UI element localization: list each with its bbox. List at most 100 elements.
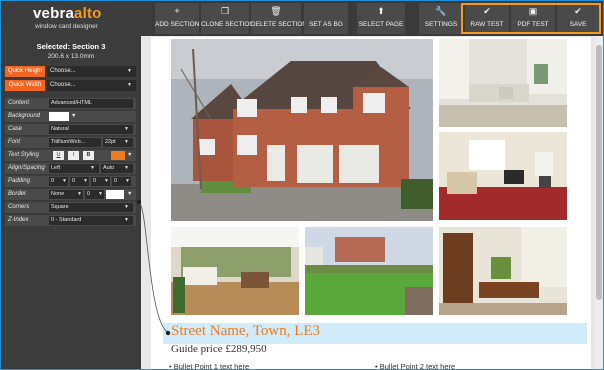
padding-bottom-select[interactable]: 0 ▼ [91, 177, 110, 186]
case-value: Natural [51, 126, 69, 132]
font-family-value: TitilliumWeb... [51, 139, 86, 145]
bullet-point-2[interactable]: • Bullet Point 2 text here [375, 362, 456, 370]
align-value: Left [51, 165, 61, 171]
app-window: vebraalto window card designer + ADD SEC… [0, 0, 604, 370]
font-family-select[interactable]: TitilliumWeb... [49, 138, 101, 147]
chevron-down-icon: ▼ [83, 178, 88, 184]
align-spacing-label: Align/Spacing [8, 165, 45, 171]
toolbar: vebraalto window card designer + ADD SEC… [1, 1, 603, 36]
chevron-down-icon: ▼ [127, 68, 132, 74]
text-color-swatch[interactable] [111, 151, 125, 160]
select-page-label: SELECT PAGE [358, 21, 404, 28]
add-section-button[interactable]: + ADD SECTION [155, 3, 199, 34]
case-label: Case [8, 126, 23, 132]
chevron-down-icon: ▼ [90, 165, 95, 171]
logo: vebraalto window card designer [1, 1, 151, 36]
guide-price[interactable]: Guide price £289,950 [171, 343, 267, 355]
underline-button[interactable]: U [53, 151, 64, 160]
padding-right-select[interactable]: 0 ▼ [70, 177, 89, 186]
font-size-value: 22pt [105, 139, 116, 145]
chevron-down-icon: ▼ [127, 82, 132, 88]
padding-left-value: 0 [114, 178, 118, 184]
settings-button[interactable]: 🔧 SETTINGS [419, 3, 463, 34]
clone-section-button[interactable]: ❐ CLONE SECTION [201, 3, 255, 34]
quick-width-button[interactable]: Quick Width [5, 80, 45, 91]
bullet-point-1-text: Bullet Point 1 text here [173, 362, 250, 370]
chevron-down-icon: ▼ [124, 165, 129, 171]
corners-value: Square [51, 204, 69, 210]
delete-section-label: DELETE SECTION [251, 21, 307, 28]
bold-button[interactable]: B [83, 151, 94, 160]
chevron-down-icon[interactable]: ▼ [125, 151, 133, 160]
border-width-select[interactable]: 0 ▼ [85, 190, 104, 199]
logo-main: vebra [33, 5, 75, 22]
clone-section-label: CLONE SECTION [201, 21, 255, 28]
case-row: Case Natural ▼ [5, 124, 136, 136]
chevron-down-icon: ▼ [125, 178, 130, 184]
border-label: Border [8, 191, 27, 197]
properties-panel: Selected: Section 3 200.6 x 13.0mm Quick… [1, 36, 141, 369]
z-index-row: Z-Index 0 - Standard ▼ [5, 215, 136, 227]
padding-row: Padding 0 ▼ 0 ▼ 0 ▼ 0 ▼ [5, 176, 136, 188]
border-style-select[interactable]: None ▼ [49, 190, 83, 199]
selection-title: Selected: Section 3 [36, 42, 106, 51]
quick-height-select[interactable]: Choose... ▼ [47, 66, 136, 77]
background-color-swatch[interactable] [49, 112, 69, 121]
spacing-select[interactable]: Auto ▼ [101, 164, 133, 173]
quick-height-value: Choose... [50, 68, 76, 74]
content-select[interactable]: Advanced/HTML [49, 99, 133, 108]
border-color-swatch[interactable] [106, 190, 124, 199]
property-lounge-photo[interactable] [439, 132, 567, 220]
z-index-select[interactable]: 0 - Standard ▼ [49, 216, 133, 225]
font-label: Font [8, 139, 21, 145]
select-page-button[interactable]: ⬆ SELECT PAGE [357, 3, 405, 34]
quick-width-row: Quick Width Choose... ▼ [5, 80, 136, 91]
property-garden-photo[interactable] [305, 227, 433, 315]
padding-left-select[interactable]: 0 ▼ [112, 177, 131, 186]
add-section-label: ADD SECTION [155, 21, 200, 28]
font-size-select[interactable]: 22pt ▼ [103, 138, 133, 147]
chevron-down-icon: ▼ [104, 178, 109, 184]
quick-height-row: Quick Height Choose... ▼ [5, 66, 136, 77]
padding-bottom-value: 0 [93, 178, 97, 184]
plus-icon: + [174, 6, 180, 16]
logo-subtitle: window card designer [35, 23, 98, 30]
bullet-point-1[interactable]: • Bullet Point 1 text here [169, 362, 250, 370]
quick-height-button[interactable]: Quick Height [5, 66, 45, 77]
font-row: Font TitilliumWeb... 22pt ▼ [5, 137, 136, 149]
property-kitchen-photo[interactable] [439, 39, 567, 127]
chevron-down-icon: ▼ [124, 217, 129, 223]
property-dining-photo[interactable] [439, 227, 567, 315]
chevron-down-icon: ▼ [124, 126, 129, 132]
property-main-photo[interactable] [171, 39, 433, 221]
quick-width-value: Choose... [50, 82, 76, 88]
quick-width-select[interactable]: Choose... ▼ [47, 80, 136, 91]
padding-label: Padding [8, 178, 31, 184]
chevron-down-icon: ▼ [62, 178, 67, 184]
chevron-down-icon: ▼ [124, 204, 129, 210]
align-select[interactable]: Left ▼ [49, 164, 99, 173]
corners-select[interactable]: Square ▼ [49, 203, 133, 212]
padding-right-value: 0 [72, 178, 76, 184]
padding-top-select[interactable]: 0 ▼ [49, 177, 68, 186]
trash-icon: 🗑 [270, 6, 282, 16]
text-styling-row: Text Styling U I B ▼ [5, 150, 136, 162]
case-select[interactable]: Natural ▼ [49, 125, 133, 134]
delete-section-button[interactable]: 🗑 DELETE SECTION [251, 3, 307, 34]
up-arrow-icon: ⬆ [377, 6, 385, 16]
chevron-down-icon[interactable]: ▼ [69, 112, 77, 121]
border-style-value: None [51, 191, 65, 197]
set-as-bg-button[interactable]: SET AS BG [304, 3, 348, 34]
content-label: Content [8, 100, 30, 106]
chevron-down-icon[interactable]: ▼ [125, 190, 133, 199]
bullet-point-2-text: Bullet Point 2 text here [379, 362, 456, 370]
address-heading[interactable]: Street Name, Town, LE3 [171, 323, 320, 340]
property-conservatory-photo[interactable] [171, 227, 299, 315]
z-index-value: 0 - Standard [51, 217, 82, 223]
border-width-value: 0 [87, 191, 91, 197]
logo-accent: alto [74, 5, 102, 22]
italic-button[interactable]: I [68, 151, 79, 160]
scrollbar-thumb[interactable] [596, 45, 602, 300]
chevron-down-icon: ▼ [98, 191, 103, 197]
settings-label: SETTINGS [424, 21, 458, 28]
